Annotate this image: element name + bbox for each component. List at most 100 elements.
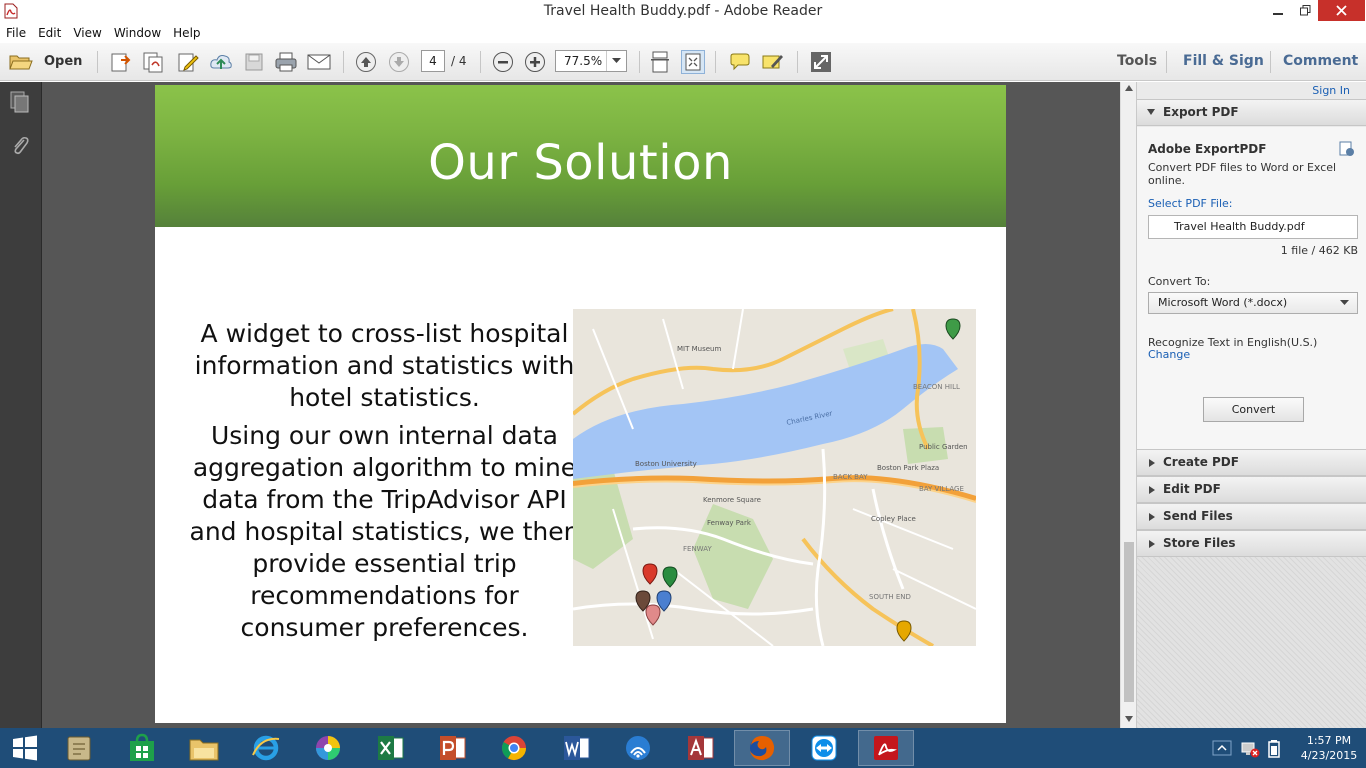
map-label-back-bay: BACK BAY <box>833 473 868 481</box>
scrolling-mode-button[interactable] <box>648 50 672 74</box>
scroll-up-icon[interactable] <box>1125 85 1133 91</box>
convert-button[interactable]: Convert <box>1203 397 1304 422</box>
map-label-copley: Copley Place <box>871 515 916 523</box>
map-label-beacon-hill: BEACON HILL <box>913 383 960 391</box>
file-explorer-icon <box>189 739 219 761</box>
chevron-right-icon <box>1149 459 1155 467</box>
chevron-down-icon <box>1147 109 1155 115</box>
slide-paragraph-2: Using our own internal data aggregation … <box>189 421 580 642</box>
slide-paragraph-1: A widget to cross-list hospital informat… <box>194 319 575 412</box>
open-label[interactable]: Open <box>44 54 82 69</box>
taskbar-app-teamviewer[interactable] <box>796 730 852 766</box>
menu-help[interactable]: Help <box>173 26 200 40</box>
restore-button[interactable] <box>1292 0 1318 21</box>
teamviewer-icon <box>811 735 837 761</box>
selected-file-box[interactable]: Travel Health Buddy.pdf <box>1148 215 1358 239</box>
taskbar-app-firefox[interactable] <box>734 730 790 766</box>
chevron-down-icon <box>1340 300 1349 305</box>
tab-fill-sign[interactable]: Fill & Sign <box>1183 53 1264 69</box>
edit-button[interactable] <box>176 50 200 74</box>
section-export-pdf[interactable]: Export PDF <box>1137 99 1366 126</box>
zoom-dropdown-button[interactable] <box>606 51 626 71</box>
save-button[interactable] <box>242 50 266 74</box>
page-thumbnails-button[interactable] <box>9 91 31 116</box>
section-send-files[interactable]: Send Files <box>1137 503 1366 530</box>
minimize-button[interactable] <box>1264 0 1292 21</box>
tab-comment[interactable]: Comment <box>1283 53 1358 69</box>
section-store-files[interactable]: Store Files <box>1137 530 1366 557</box>
arrow-up-circle-icon <box>356 52 376 72</box>
network-status-tray[interactable] <box>1240 740 1260 761</box>
zoom-out-button[interactable] <box>491 50 515 74</box>
convert-to-dropdown[interactable]: Microsoft Word (*.docx) <box>1148 292 1358 314</box>
taskbar-app-access[interactable] <box>672 730 728 766</box>
taskbar-app-network[interactable] <box>610 730 666 766</box>
fit-page-button[interactable] <box>681 50 705 74</box>
taskbar-app-notepad[interactable] <box>52 730 108 766</box>
taskbar-app-internet-explorer[interactable] <box>238 730 294 766</box>
vertical-scrollbar[interactable] <box>1120 82 1136 728</box>
network-error-icon <box>1241 742 1260 758</box>
tab-tools[interactable]: Tools <box>1117 53 1157 69</box>
upload-button[interactable] <box>209 50 233 74</box>
toolbar-separator <box>343 51 344 73</box>
chrome-icon <box>501 736 526 761</box>
menu-window[interactable]: Window <box>114 26 161 40</box>
taskbar-app-store[interactable] <box>114 730 170 766</box>
taskbar-app-word[interactable] <box>548 730 604 766</box>
system-clock[interactable]: 1:57 PM 4/23/2015 <box>1296 733 1362 763</box>
export-settings-icon[interactable] <box>1339 141 1355 157</box>
restore-icon <box>1299 5 1310 16</box>
next-page-button[interactable] <box>387 50 411 74</box>
zoom-in-icon <box>525 52 545 72</box>
paperclip-icon <box>14 136 29 155</box>
change-link[interactable]: Change <box>1148 348 1190 361</box>
sticky-note-button[interactable] <box>728 50 752 74</box>
window-title: Travel Health Buddy.pdf - Adobe Reader <box>543 3 823 19</box>
previous-page-button[interactable] <box>354 50 378 74</box>
open-button[interactable] <box>9 50 33 74</box>
highlight-button[interactable] <box>761 50 785 74</box>
show-hidden-icons-button[interactable] <box>1212 740 1232 756</box>
section-create-pdf[interactable]: Create PDF <box>1137 449 1366 476</box>
scrollbar-thumb[interactable] <box>1124 542 1134 702</box>
taskbar-app-powerpoint[interactable] <box>424 730 480 766</box>
create-pdf-button[interactable] <box>108 50 132 74</box>
access-icon <box>688 736 714 760</box>
zoom-in-button[interactable] <box>523 50 547 74</box>
page-total-label: / 4 <box>451 54 467 68</box>
combine-files-button[interactable] <box>141 50 165 74</box>
close-button[interactable] <box>1318 0 1365 21</box>
windows-logo-icon <box>13 735 37 761</box>
create-pdf-icon <box>111 53 131 72</box>
scroll-down-icon[interactable] <box>1125 716 1133 722</box>
email-button[interactable] <box>307 50 331 74</box>
minimize-icon <box>1273 12 1283 15</box>
menu-file[interactable]: File <box>6 26 26 40</box>
zoom-out-icon <box>493 52 513 72</box>
section-store-files-label: Store Files <box>1163 536 1236 550</box>
map-label-boston-university: Boston University <box>635 460 697 468</box>
print-button[interactable] <box>274 50 298 74</box>
sign-in-link[interactable]: Sign In <box>1312 84 1350 97</box>
section-send-files-label: Send Files <box>1163 509 1233 523</box>
taskbar-app-adobe-reader[interactable] <box>858 730 914 766</box>
menu-view[interactable]: View <box>73 26 101 40</box>
map-label-kenmore: Kenmore Square <box>703 496 761 504</box>
menu-edit[interactable]: Edit <box>38 26 61 40</box>
export-pdf-panel: Adobe ExportPDF Convert PDF files to Wor… <box>1137 127 1366 459</box>
battery-tray[interactable] <box>1268 740 1280 761</box>
taskbar-app-chrome[interactable] <box>486 730 542 766</box>
excel-icon <box>378 736 404 760</box>
taskbar-app-explorer[interactable] <box>176 730 232 766</box>
toolbar-separator <box>715 51 716 73</box>
start-button[interactable] <box>0 730 50 766</box>
clock-time: 1:57 PM <box>1306 734 1352 747</box>
toolbar-separator <box>1166 51 1167 73</box>
full-screen-button[interactable] <box>809 50 833 74</box>
attachments-button[interactable] <box>9 134 31 161</box>
section-edit-pdf[interactable]: Edit PDF <box>1137 476 1366 503</box>
page-number-input[interactable]: 4 <box>421 50 445 72</box>
taskbar-app-excel[interactable] <box>362 730 418 766</box>
taskbar-app-picasa[interactable] <box>300 730 356 766</box>
